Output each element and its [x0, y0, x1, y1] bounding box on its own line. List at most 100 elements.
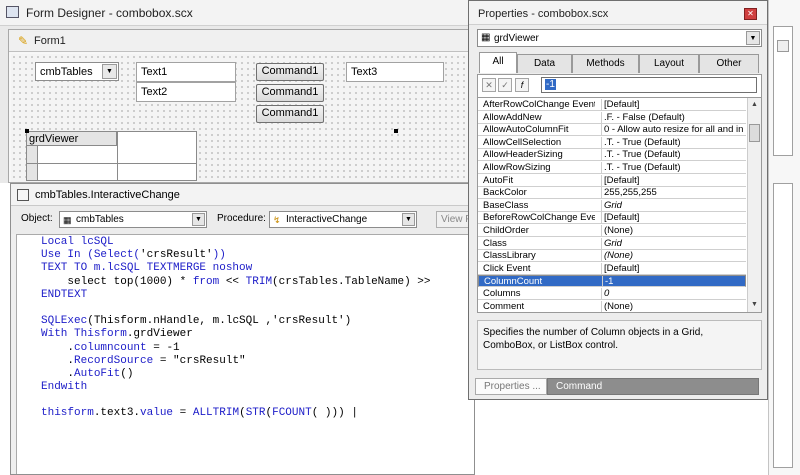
tab-layout[interactable]: Layout [639, 54, 699, 73]
property-row[interactable]: ColumnCount -1 [478, 275, 746, 288]
property-value: .F. - False (Default) [601, 111, 743, 123]
code-line[interactable] [41, 302, 474, 315]
property-row[interactable]: ChildOrder (None) [478, 225, 746, 237]
scroll-thumb[interactable] [749, 124, 760, 142]
code-token: )) [212, 249, 226, 262]
form-designer-body: ✎ Form1 cmbTables ▼ Text1 Text2 Text3 Co… [0, 26, 478, 183]
cancel-icon[interactable]: ✕ [482, 78, 496, 92]
code-line[interactable]: Local lcSQL [41, 236, 474, 249]
property-name: AutoFit [483, 174, 514, 186]
code-line[interactable]: Use In (Select('crsResult')) [41, 249, 474, 262]
object-select-value: cmbTables [76, 214, 124, 225]
code-token: FCOUNT [272, 407, 312, 420]
property-row[interactable]: AllowHeaderSizing .T. - True (Default) [478, 149, 746, 162]
text2-textbox[interactable]: Text2 [136, 82, 236, 102]
code-line[interactable]: .AutoFit() [41, 368, 474, 381]
scroll-down-icon[interactable]: ▼ [749, 299, 760, 311]
property-row[interactable]: Class Grid [478, 237, 746, 250]
property-row[interactable]: Comment (None) [478, 300, 746, 312]
code-token: TEXT TO m.lcSQL TEXTMERGE noshow [41, 262, 253, 275]
form1-title: Form1 [34, 35, 66, 47]
scroll-up-icon[interactable]: ▲ [749, 99, 760, 111]
property-row[interactable]: AllowAutoColumnFit 0 - Allow auto resize … [478, 124, 746, 137]
object-selector[interactable]: ▦ grdViewer ▼ [477, 29, 762, 47]
property-name: AllowAddNew [483, 111, 542, 123]
object-selector-value: grdViewer [494, 33, 539, 44]
tab-all[interactable]: All [479, 52, 517, 73]
cmbtables-combobox[interactable]: cmbTables ▼ [35, 62, 119, 81]
property-list-scrollbar[interactable]: ▲ ▼ [747, 98, 761, 312]
property-name: AllowAutoColumnFit [483, 124, 569, 136]
text2-label: Text2 [141, 86, 168, 98]
grid-column-divider [117, 132, 118, 180]
property-row[interactable]: Click Event [Default] [478, 262, 746, 275]
code-token: ENDTEXT [41, 288, 88, 301]
property-value-input[interactable]: -1 [541, 77, 757, 93]
grid-row-divider [27, 163, 196, 164]
property-value: Grid [601, 199, 743, 211]
tab-properties[interactable]: Properties ... [475, 378, 547, 395]
property-row[interactable]: BackColor 255,255,255 [478, 187, 746, 200]
code-line[interactable] [41, 394, 474, 407]
code-window-titlebar: cmbTables.InteractiveChange [11, 184, 474, 206]
property-value: 255,255,255 [601, 187, 743, 199]
property-value: .T. - True (Default) [601, 136, 743, 148]
property-value: .T. - True (Default) [601, 162, 743, 173]
code-token: 'crsResult' [140, 249, 213, 262]
selection-handle[interactable] [394, 129, 398, 133]
property-row[interactable]: ClassLibrary (None) [478, 250, 746, 263]
selection-handle[interactable] [25, 129, 29, 133]
code-editor[interactable]: Local lcSQL Use In (Select('crsResult')) T… [16, 234, 474, 474]
property-list[interactable]: Comment (None) Columns 0 ColumnCount -1 Click … [477, 97, 762, 313]
code-line[interactable]: ENDTEXT [41, 289, 474, 302]
property-row[interactable]: AfterRowColChange Event [Default] [478, 99, 746, 111]
accept-icon[interactable]: ✓ [498, 78, 512, 92]
property-row[interactable]: Columns 0 [478, 288, 746, 300]
procedure-select[interactable]: ↯ InteractiveChange ▼ [269, 211, 417, 228]
property-row[interactable]: BaseClass Grid [478, 199, 746, 212]
code-line[interactable]: SQLExec(Thisform.nHandle, m.lcSQL ,'crsR… [41, 315, 474, 328]
command3-button[interactable]: Command1 [256, 105, 324, 123]
background-window-edge [768, 0, 800, 475]
grdviewer-grid[interactable]: grdViewer [26, 131, 197, 181]
code-token: . [41, 341, 75, 354]
procedure-select-value: InteractiveChange [286, 214, 368, 225]
command1-button[interactable]: Command1 [256, 63, 324, 81]
text3-textbox[interactable]: Text3 [346, 62, 444, 82]
tab-other[interactable]: Other [699, 54, 759, 73]
property-name: AllowHeaderSizing [483, 149, 563, 161]
combo-dropdown-icon[interactable]: ▼ [102, 64, 117, 79]
chevron-down-icon[interactable]: ▼ [192, 213, 205, 226]
function-icon[interactable]: f [515, 78, 529, 92]
form-icon: ✎ [18, 34, 29, 48]
close-icon[interactable]: ✕ [744, 8, 757, 20]
code-line[interactable]: With Thisform.grdViewer [41, 328, 474, 341]
object-select[interactable]: ▦ cmbTables ▼ [59, 211, 207, 228]
code-line[interactable]: .RecordSource = "crsResult" [41, 355, 474, 368]
form-canvas[interactable]: cmbTables ▼ Text1 Text2 Text3 Command1 C… [11, 54, 478, 182]
property-row[interactable]: AllowAddNew .F. - False (Default) [478, 111, 746, 124]
code-token: columncount [74, 341, 147, 354]
form1-window[interactable]: ✎ Form1 cmbTables ▼ Text1 Text2 Text3 Co… [8, 29, 478, 183]
code-line[interactable]: Endwith [41, 381, 474, 394]
property-row[interactable]: AllowCellSelection .T. - True (Default) [478, 136, 746, 149]
code-token: = "crsResult" [153, 354, 246, 367]
property-name: AllowRowSizing [483, 162, 551, 173]
code-line[interactable]: .columncount = -1 [41, 342, 474, 355]
code-token: value [140, 407, 174, 420]
property-edit-row: ✕ ✓ f -1 [477, 74, 762, 98]
tab-data[interactable]: Data [517, 54, 572, 73]
property-row[interactable]: AutoFit [Default] [478, 174, 746, 187]
command2-button[interactable]: Command1 [256, 84, 324, 102]
form-designer-title: Form Designer - combobox.scx [26, 6, 193, 20]
code-line[interactable]: TEXT TO m.lcSQL TEXTMERGE noshow [41, 262, 474, 275]
property-row[interactable]: AllowRowSizing .T. - True (Default) [478, 162, 746, 174]
chevron-down-icon[interactable]: ▼ [746, 31, 760, 45]
chevron-down-icon[interactable]: ▼ [402, 213, 415, 226]
tab-command[interactable]: Command [547, 378, 759, 395]
code-line[interactable]: select top(1000) * from << TRIM(crsTable… [41, 276, 474, 289]
property-row[interactable]: BeforeRowColChange Event [Default] [478, 212, 746, 225]
code-line[interactable]: thisform.text3.value = ALLTRIM(STR(FCOUN… [41, 407, 474, 420]
tab-methods[interactable]: Methods [572, 54, 639, 73]
text1-textbox[interactable]: Text1 [136, 62, 236, 82]
